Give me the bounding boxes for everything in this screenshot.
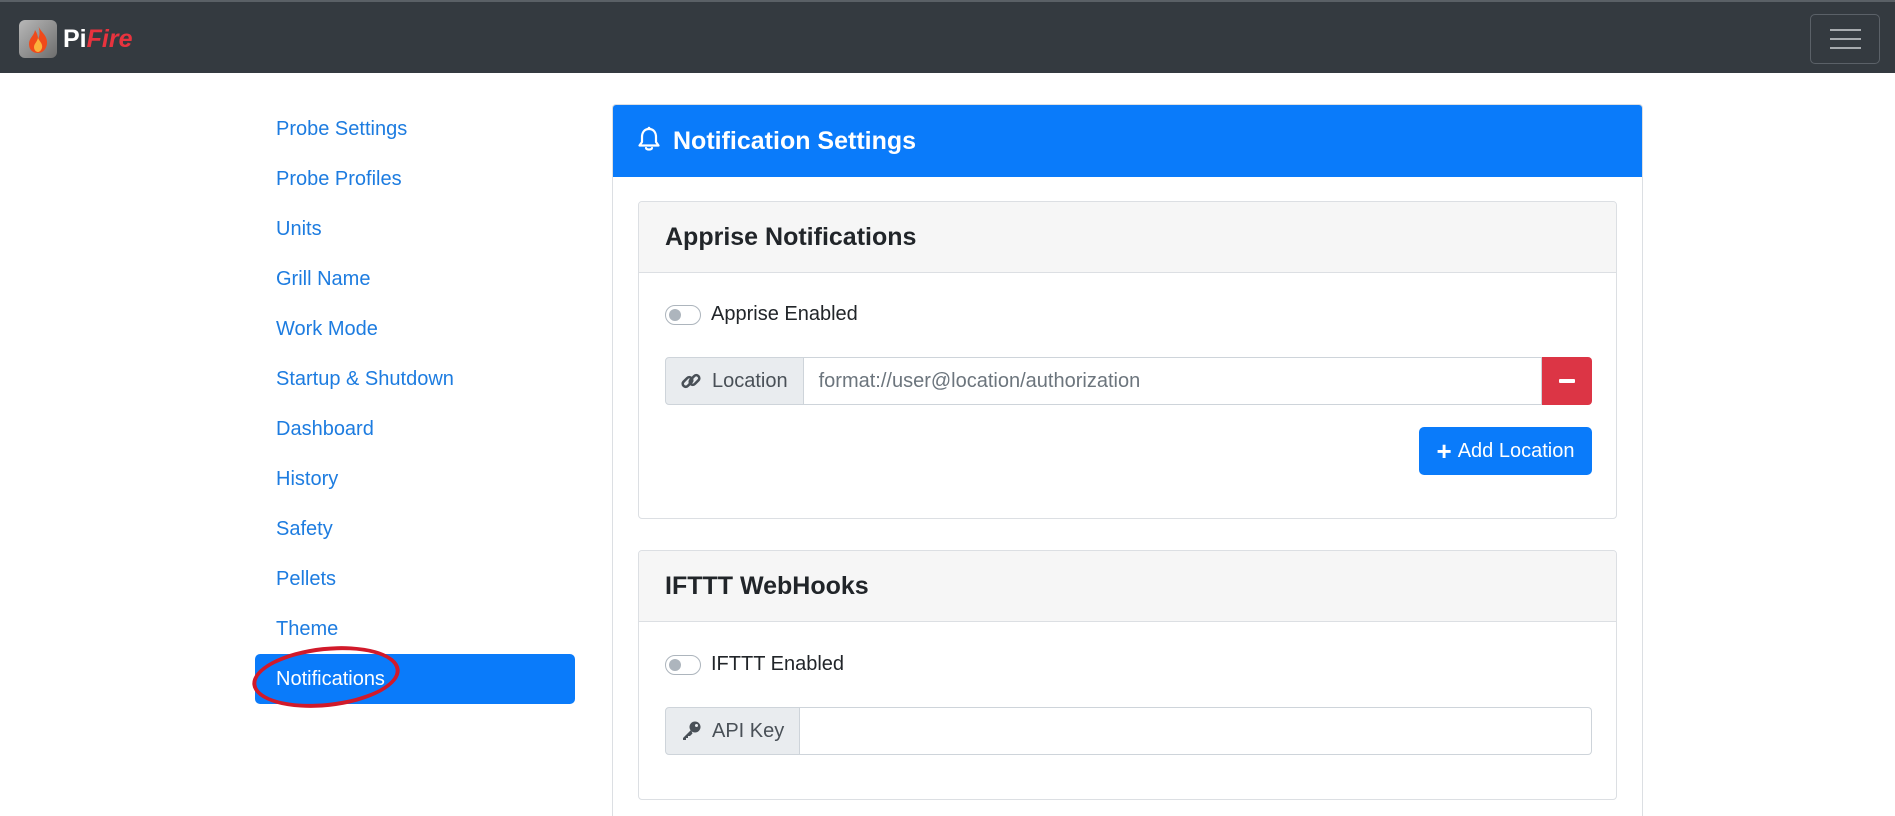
api-key-addon: API Key xyxy=(665,707,801,755)
ifttt-enabled-label: IFTTT Enabled xyxy=(711,653,845,675)
brand-name-pi: Pi xyxy=(63,24,87,53)
ifttt-api-key-group: API Key xyxy=(665,707,1592,755)
remove-location-button[interactable] xyxy=(1542,357,1592,405)
location-addon: Location xyxy=(665,357,804,405)
api-key-input[interactable] xyxy=(800,707,1592,755)
apprise-enabled-toggle[interactable] xyxy=(665,304,701,325)
apprise-card-title: Apprise Notifications xyxy=(639,202,1616,273)
ifttt-card: IFTTT WebHooks IFTTT Enabled API Key xyxy=(638,550,1617,800)
link-icon xyxy=(680,370,702,392)
toggle-knob xyxy=(669,658,681,671)
page-title: Notification Settings xyxy=(673,126,917,155)
apprise-location-group: Location format://user@location/authoriz… xyxy=(665,357,1592,405)
add-location-button[interactable]: + Add Location xyxy=(1419,427,1592,475)
apprise-toggle-row: Apprise Enabled xyxy=(665,303,858,326)
brand-name: PiFire xyxy=(63,25,132,54)
hamburger-menu-button[interactable] xyxy=(1810,14,1880,64)
hamburger-menu-icon-line xyxy=(1829,38,1861,40)
flame-icon xyxy=(19,20,57,58)
sidebar-item-theme[interactable]: Theme xyxy=(255,604,575,654)
hamburger-menu-icon-line xyxy=(1829,47,1861,49)
notification-settings-card: Notification Settings Apprise Notificati… xyxy=(612,104,1643,816)
sidebar-item-startup-shutdown[interactable]: Startup & Shutdown xyxy=(255,354,575,404)
sidebar-item-grill-name[interactable]: Grill Name xyxy=(255,254,575,304)
sidebar-item-work-mode[interactable]: Work Mode xyxy=(255,304,575,354)
minus-icon xyxy=(1559,379,1575,383)
apprise-card: Apprise Notifications Apprise Enabled Lo… xyxy=(638,201,1617,519)
sidebar-item-pellets[interactable]: Pellets xyxy=(255,554,575,604)
api-key-label: API Key xyxy=(712,719,785,742)
sidebar-item-probe-settings[interactable]: Probe Settings xyxy=(255,104,575,154)
brand-name-fire: Fire xyxy=(86,24,133,53)
bell-icon xyxy=(637,126,661,157)
location-label: Location xyxy=(712,369,788,392)
ifttt-card-title: IFTTT WebHooks xyxy=(639,551,1616,622)
toggle-knob xyxy=(669,308,681,321)
plus-icon: + xyxy=(1436,436,1452,466)
key-icon xyxy=(680,720,702,742)
brand-logo-link[interactable]: PiFire xyxy=(19,20,132,58)
apprise-enabled-label: Apprise Enabled xyxy=(711,303,858,325)
hamburger-menu-icon xyxy=(1829,29,1861,31)
location-input[interactable]: format://user@location/authorization xyxy=(803,357,1542,405)
add-location-label: Add Location xyxy=(1457,439,1575,462)
sidebar-item-history[interactable]: History xyxy=(255,454,575,504)
ifttt-toggle-row: IFTTT Enabled xyxy=(665,653,844,676)
card-header: Notification Settings xyxy=(613,105,1642,177)
settings-sidebar: Probe Settings Probe Profiles Units Gril… xyxy=(255,104,575,704)
ifttt-enabled-toggle[interactable] xyxy=(665,654,701,675)
sidebar-item-probe-profiles[interactable]: Probe Profiles xyxy=(255,154,575,204)
sidebar-item-safety[interactable]: Safety xyxy=(255,504,575,554)
sidebar-item-units[interactable]: Units xyxy=(255,204,575,254)
sidebar-item-dashboard[interactable]: Dashboard xyxy=(255,404,575,454)
top-navbar: PiFire xyxy=(0,0,1895,73)
